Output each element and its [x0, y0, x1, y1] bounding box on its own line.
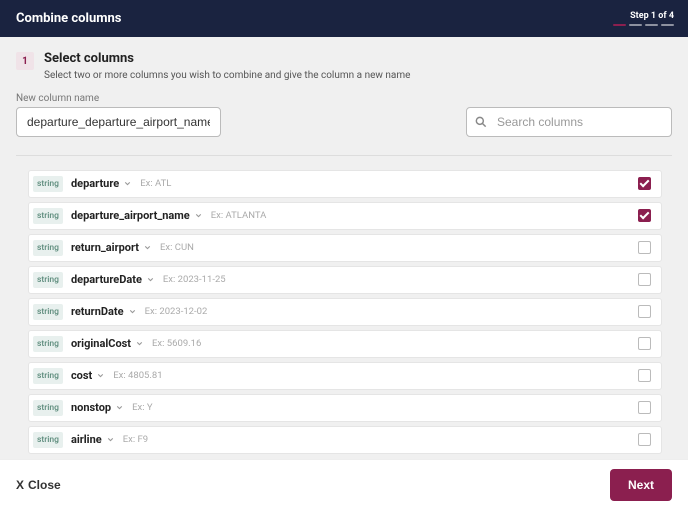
search-icon: [474, 115, 488, 129]
type-badge: string: [33, 400, 63, 416]
chevron-down-icon[interactable]: [143, 243, 152, 252]
column-checkbox[interactable]: [638, 273, 651, 286]
column-checkbox[interactable]: [638, 401, 651, 414]
column-list-container: string departure Ex: ATL string departure_ai…: [0, 156, 688, 459]
step-text: Step 1 of 4: [630, 11, 674, 21]
type-badge: string: [33, 336, 63, 352]
column-example: Ex: F9: [123, 434, 148, 445]
column-name: return_airport: [71, 241, 139, 254]
section-title: Select columns: [44, 51, 410, 68]
column-row[interactable]: string cost Ex: 4805.81: [28, 362, 662, 390]
column-example: Ex: 5609.16: [152, 338, 201, 349]
step-bars: [613, 24, 674, 27]
type-badge: string: [33, 368, 63, 384]
column-row[interactable]: string airline Ex: F9: [28, 426, 662, 454]
column-checkbox[interactable]: [638, 337, 651, 350]
column-checkbox[interactable]: [638, 209, 651, 222]
section-subtitle: Select two or more columns you wish to c…: [44, 70, 410, 81]
column-row[interactable]: string departureDate Ex: 2023-11-25: [28, 266, 662, 294]
column-example: Ex: CUN: [160, 242, 194, 253]
chevron-down-icon[interactable]: [106, 435, 115, 444]
chevron-down-icon[interactable]: [135, 339, 144, 348]
column-checkbox[interactable]: [638, 369, 651, 382]
column-name: returnDate: [71, 305, 124, 318]
type-badge: string: [33, 208, 63, 224]
close-icon: X: [16, 478, 24, 492]
step-indicator: Step 1 of 4: [613, 11, 674, 27]
dialog-header: Combine columns Step 1 of 4: [0, 0, 688, 37]
chevron-down-icon[interactable]: [115, 403, 124, 412]
column-name: originalCost: [71, 337, 131, 350]
chevron-down-icon[interactable]: [123, 179, 132, 188]
column-example: Ex: 4805.81: [113, 370, 162, 381]
dialog-content: 1 Select columns Select two or more colu…: [0, 37, 688, 459]
column-example: Ex: ATL: [140, 178, 171, 189]
column-row[interactable]: string departure Ex: ATL: [28, 170, 662, 198]
step-bar-1: [613, 24, 626, 27]
type-badge: string: [33, 176, 63, 192]
close-label: Close: [28, 478, 61, 492]
dialog-title: Combine columns: [16, 11, 121, 26]
column-name: departureDate: [71, 273, 142, 286]
section-header: 1 Select columns Select two or more colu…: [16, 51, 672, 81]
column-name: departure: [71, 177, 119, 190]
column-row[interactable]: string originalCost Ex: 5609.16: [28, 330, 662, 358]
search-input[interactable]: [466, 107, 672, 137]
new-column-label: New column name: [16, 93, 672, 104]
new-column-input[interactable]: [16, 107, 221, 137]
column-name: departure_airport_name: [71, 209, 190, 222]
column-name: nonstop: [71, 401, 111, 414]
column-example: Ex: Y: [132, 402, 152, 413]
column-checkbox[interactable]: [638, 241, 651, 254]
column-list[interactable]: string departure Ex: ATL string departure_ai…: [28, 170, 672, 455]
column-example: Ex: 2023-12-02: [145, 306, 208, 317]
dialog-footer: X Close Next: [0, 459, 688, 509]
step-number-badge: 1: [16, 52, 34, 70]
column-name: cost: [71, 369, 92, 382]
type-badge: string: [33, 272, 63, 288]
column-checkbox[interactable]: [638, 433, 651, 446]
next-button[interactable]: Next: [610, 469, 672, 501]
column-checkbox[interactable]: [638, 177, 651, 190]
chevron-down-icon[interactable]: [96, 371, 105, 380]
chevron-down-icon[interactable]: [146, 275, 155, 284]
column-example: Ex: ATLANTA: [211, 210, 267, 221]
column-checkbox[interactable]: [638, 305, 651, 318]
column-row[interactable]: string nonstop Ex: Y: [28, 394, 662, 422]
type-badge: string: [33, 240, 63, 256]
type-badge: string: [33, 432, 63, 448]
step-bar-3: [645, 24, 658, 27]
chevron-down-icon[interactable]: [128, 307, 137, 316]
search-wrap: [466, 107, 672, 137]
type-badge: string: [33, 304, 63, 320]
column-row[interactable]: string returnDate Ex: 2023-12-02: [28, 298, 662, 326]
step-bar-2: [629, 24, 642, 27]
column-row[interactable]: string departure_airport_name Ex: ATLANTA: [28, 202, 662, 230]
close-button[interactable]: X Close: [16, 478, 61, 492]
column-name: airline: [71, 433, 102, 446]
column-example: Ex: 2023-11-25: [163, 274, 226, 285]
step-bar-4: [661, 24, 674, 27]
column-row[interactable]: string return_airport Ex: CUN: [28, 234, 662, 262]
chevron-down-icon[interactable]: [194, 211, 203, 220]
